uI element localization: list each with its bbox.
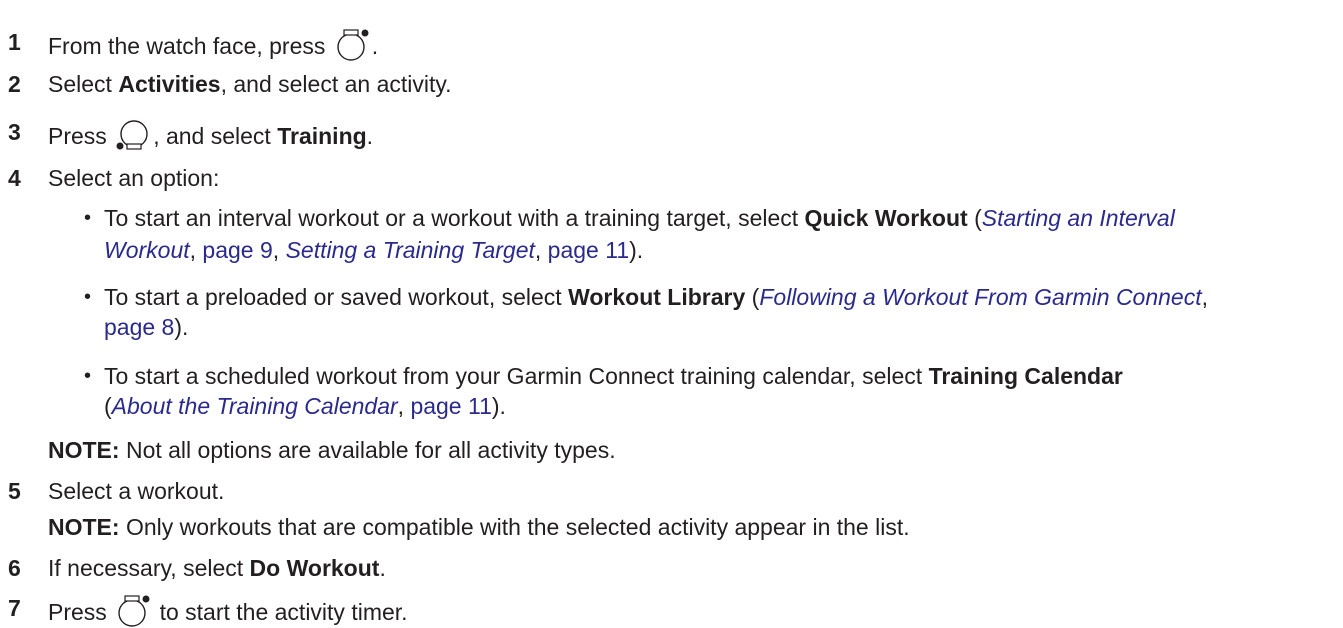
watch-menu-button-icon <box>115 118 151 152</box>
step-text-mid: , and select <box>153 123 278 149</box>
menu-label-do-workout: Do Workout <box>249 555 380 581</box>
step-text: If necessary, select <box>48 555 250 581</box>
step-number: 5 <box>8 478 21 504</box>
menu-label-activities: Activities <box>118 71 221 97</box>
note-label: NOTE: <box>48 514 120 540</box>
step-text-end: . <box>366 123 374 149</box>
menu-label-quick-workout: Quick Workout <box>804 205 968 231</box>
page-link-9[interactable]: page 9 <box>202 237 272 263</box>
step-text-end: to start the activity timer. <box>153 599 408 625</box>
xref-link-interval-workout[interactable]: Starting an Interval <box>982 205 1175 231</box>
step-number: 6 <box>8 555 21 581</box>
note-text: Not all options are available for all ac… <box>119 437 616 463</box>
page-link-8[interactable]: page 8 <box>104 314 174 340</box>
xref-link-interval-workout-cont[interactable]: Workout <box>104 237 190 263</box>
step-text: From the watch face, press <box>48 33 326 59</box>
menu-label-workout-library: Workout Library <box>568 284 746 310</box>
xref-link-garmin-connect-workout[interactable]: Following a Workout From Garmin Connect <box>759 284 1201 310</box>
step-text: Select an option: <box>48 165 220 191</box>
xref-link-training-calendar[interactable]: About the Training Calendar <box>112 393 398 419</box>
step-number: 4 <box>8 165 21 191</box>
instruction-document: 1 From the watch face, press . 2 Select … <box>0 0 1343 628</box>
watch-start-button-icon <box>334 28 370 62</box>
step-number: 2 <box>8 71 21 97</box>
bullet: • <box>84 207 92 229</box>
step-text: Select a workout. <box>48 478 225 504</box>
step-text-end: . <box>379 555 386 581</box>
menu-label-training-calendar: Training Calendar <box>928 363 1123 389</box>
step-text-end: . <box>371 33 379 59</box>
xref-link-training-target[interactable]: Setting a Training Target <box>286 237 535 263</box>
bullet: • <box>84 286 92 308</box>
step-text-end: , and select an activity. <box>220 71 452 97</box>
step-text: Select <box>48 71 119 97</box>
step-text: Press <box>48 599 107 625</box>
menu-label-training: Training <box>277 123 367 149</box>
watch-start-button-icon <box>115 594 151 628</box>
bullet: • <box>84 365 92 387</box>
step-number: 7 <box>8 595 21 621</box>
step-text: Press <box>48 123 107 149</box>
note-text: Only workouts that are compatible with t… <box>119 514 910 540</box>
step-number: 1 <box>8 29 21 55</box>
note-label: NOTE: <box>48 437 120 463</box>
page-link-11[interactable]: page 11 <box>548 237 629 263</box>
page-link-11b[interactable]: page 11 <box>410 393 491 419</box>
step-number: 3 <box>8 119 21 145</box>
